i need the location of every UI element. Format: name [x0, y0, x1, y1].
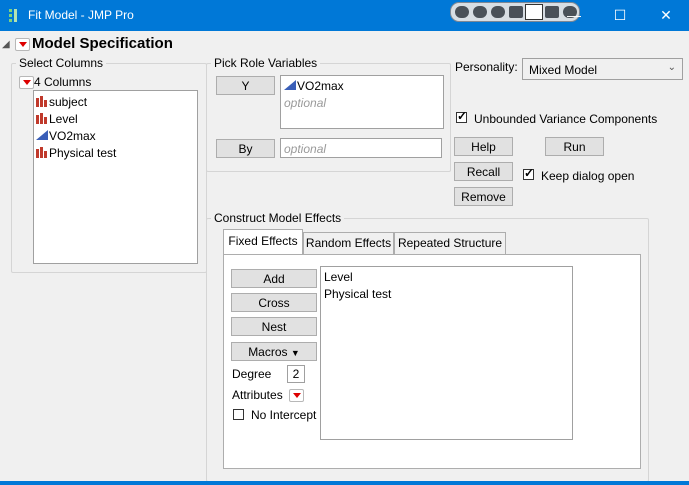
maximize-icon: ☐: [613, 7, 627, 23]
nominal-icon: [36, 96, 47, 107]
by-role-button[interactable]: By: [216, 139, 275, 158]
minimize-button[interactable]: —: [551, 0, 597, 31]
personality-label: Personality:: [455, 60, 518, 74]
effects-listbox[interactable]: Level Physical test: [320, 266, 573, 440]
degree-label: Degree: [232, 367, 272, 381]
personality-select[interactable]: Mixed Model ⌄: [522, 58, 683, 80]
effect-item-physical-test[interactable]: Physical test: [324, 287, 391, 301]
attributes-label: Attributes: [232, 388, 283, 402]
close-button[interactable]: ✕: [643, 0, 689, 31]
column-name: Physical test: [49, 146, 117, 160]
window-titlebar[interactable]: Fit Model - JMP Pro — ☐ ✕: [0, 0, 689, 31]
nominal-icon: [36, 113, 47, 124]
attributes-menu-icon[interactable]: [289, 389, 304, 402]
continuous-icon: [36, 130, 48, 140]
overlay-grid-icon[interactable]: [525, 4, 543, 20]
close-icon: ✕: [660, 7, 672, 23]
select-columns-label: Select Columns: [16, 56, 107, 70]
columns-listbox[interactable]: subject Level VO2max Physical test: [33, 90, 198, 264]
jmp-app-icon: [9, 9, 17, 22]
cross-effect-button[interactable]: Cross: [231, 293, 317, 312]
y-role-list[interactable]: VO2max optional: [280, 75, 444, 129]
overlay-icon-1[interactable]: [455, 6, 469, 18]
tab-repeated-structure[interactable]: Repeated Structure: [394, 232, 506, 254]
y-role-button[interactable]: Y: [216, 76, 275, 95]
by-role-placeholder: optional: [284, 142, 327, 156]
continuous-icon: [284, 80, 296, 90]
remove-button[interactable]: Remove: [454, 187, 513, 206]
tab-random-effects[interactable]: Random Effects: [303, 232, 394, 254]
column-name: subject: [49, 95, 88, 109]
recall-button[interactable]: Recall: [454, 162, 513, 181]
column-name: VO2max: [49, 129, 96, 143]
nominal-icon: [36, 147, 47, 158]
effect-item-level[interactable]: Level: [324, 270, 353, 284]
maximize-button[interactable]: ☐: [597, 0, 643, 31]
overlay-icon-4[interactable]: [509, 6, 523, 18]
unbounded-label: Unbounded Variance Components: [474, 112, 658, 126]
by-role-field[interactable]: optional: [280, 138, 442, 158]
caret-down-icon: ▼: [290, 348, 300, 358]
window-title: Fit Model - JMP Pro: [28, 8, 134, 22]
no-intercept-checkbox[interactable]: [233, 409, 244, 420]
y-role-value[interactable]: VO2max: [297, 79, 344, 93]
nest-effect-button[interactable]: Nest: [231, 317, 317, 336]
keep-open-label: Keep dialog open: [541, 169, 635, 183]
run-button[interactable]: Run: [545, 137, 604, 156]
column-count-label: 4 Columns: [34, 75, 92, 89]
outline-grip-icon: ◢: [2, 39, 10, 50]
minimize-icon: —: [567, 7, 581, 23]
add-effect-button[interactable]: Add: [231, 269, 317, 288]
column-name: Level: [49, 112, 78, 126]
construct-effects-label: Construct Model Effects: [211, 211, 345, 225]
overlay-icon-3[interactable]: [491, 6, 505, 18]
pick-roles-label: Pick Role Variables: [211, 56, 321, 70]
columns-menu-icon[interactable]: [19, 76, 34, 89]
unbounded-checkbox[interactable]: [456, 109, 467, 123]
overlay-icon-2[interactable]: [473, 6, 487, 18]
macros-label: Macros: [248, 345, 288, 359]
model-spec-menu-icon[interactable]: [15, 38, 30, 51]
window-bottom-border: [0, 481, 689, 485]
model-specification-title: Model Specification: [32, 35, 173, 52]
no-intercept-label: No Intercept: [251, 408, 317, 422]
chevron-down-icon: ⌄: [667, 62, 676, 73]
help-button[interactable]: Help: [454, 137, 513, 156]
y-role-optional: optional: [284, 96, 327, 110]
macros-button[interactable]: Macros ▼: [231, 342, 317, 361]
keep-open-checkbox[interactable]: [523, 166, 534, 180]
degree-input[interactable]: 2: [287, 365, 305, 383]
personality-value: Mixed Model: [529, 63, 598, 77]
tab-fixed-effects[interactable]: Fixed Effects: [223, 229, 303, 255]
